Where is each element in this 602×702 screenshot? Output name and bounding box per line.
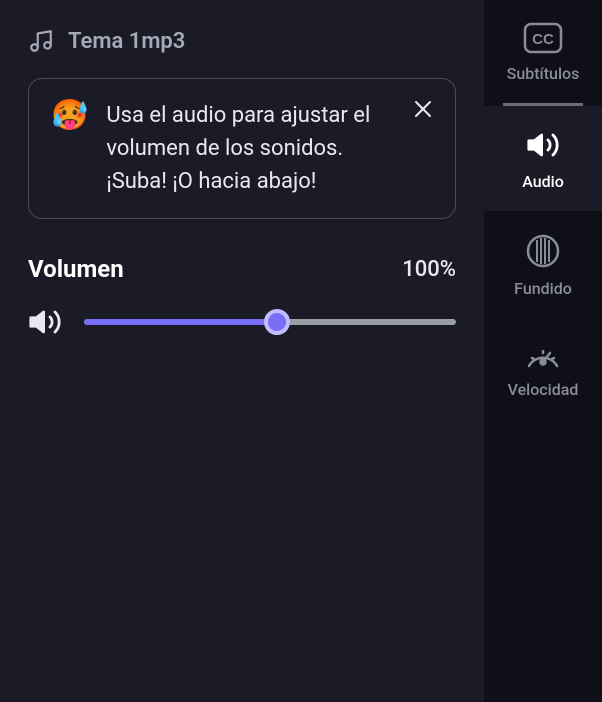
sidebar: CC Subtítulos Audio Fundido: [484, 0, 602, 702]
file-header: Tema 1mp3: [28, 28, 456, 54]
sidebar-item-audio[interactable]: Audio: [484, 106, 602, 211]
sidebar-item-label: Subtítulos: [507, 64, 580, 83]
svg-text:CC: CC: [532, 31, 554, 48]
volume-header-row: Volumen 100%: [28, 255, 456, 283]
music-note-icon: [28, 28, 54, 54]
cc-icon: CC: [523, 22, 563, 54]
sidebar-item-label: Audio: [522, 172, 564, 191]
tip-emoji-icon: 🥵: [51, 101, 88, 131]
tip-box: 🥵 Usa el audio para ajustar el volumen d…: [28, 78, 456, 219]
fade-icon: [525, 233, 561, 269]
sidebar-item-label: Fundido: [514, 279, 572, 298]
file-name: Tema 1mp3: [68, 29, 185, 54]
volume-value: 100%: [402, 257, 456, 282]
audio-icon: [524, 128, 562, 162]
slider-thumb[interactable]: [264, 309, 290, 335]
main-panel: Tema 1mp3 🥵 Usa el audio para ajustar el…: [0, 0, 484, 702]
tip-text: Usa el audio para ajustar el volumen de …: [106, 99, 433, 198]
volume-label: Volumen: [28, 255, 124, 283]
sidebar-item-subtitles[interactable]: CC Subtítulos: [484, 0, 602, 103]
volume-slider-row: [28, 305, 456, 339]
sidebar-item-label: Velocidad: [508, 380, 579, 399]
sidebar-item-fade[interactable]: Fundido: [484, 211, 602, 318]
slider-fill: [84, 319, 277, 325]
speaker-icon[interactable]: [28, 305, 62, 339]
close-icon[interactable]: [411, 97, 435, 121]
volume-slider[interactable]: [84, 310, 456, 334]
speed-icon: [525, 340, 561, 370]
sidebar-item-speed[interactable]: Velocidad: [484, 318, 602, 419]
